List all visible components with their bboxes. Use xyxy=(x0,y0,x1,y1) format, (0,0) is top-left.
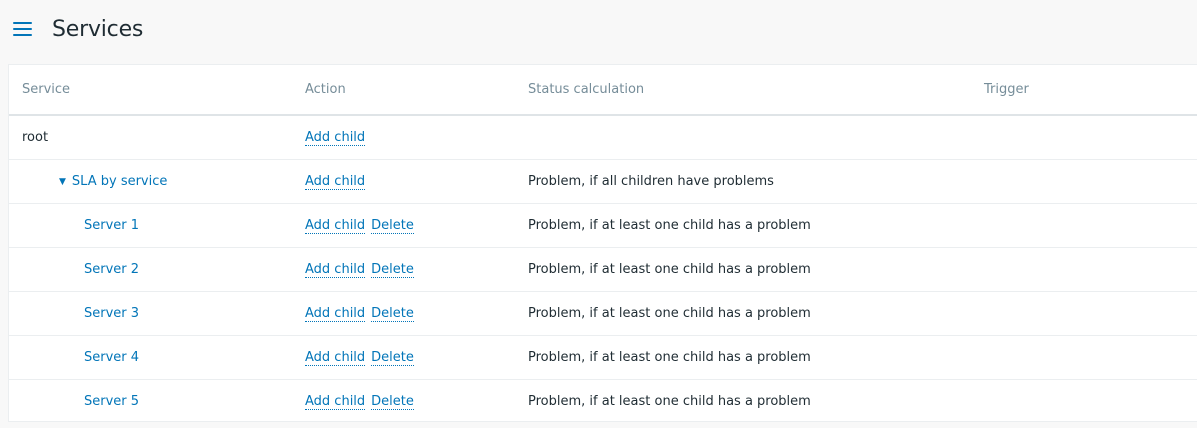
delete-link[interactable]: Delete xyxy=(371,262,414,278)
trigger-cell xyxy=(984,247,1197,292)
services-table: Service Action Status calculation Trigge… xyxy=(9,65,1197,423)
service-link[interactable]: Server 5 xyxy=(84,394,139,409)
table-row: Server 3 Add child Delete Problem, if at … xyxy=(9,291,1197,336)
column-header-trigger: Trigger xyxy=(984,65,1197,116)
trigger-cell xyxy=(984,159,1197,204)
delete-link[interactable]: Delete xyxy=(371,394,414,410)
service-link[interactable]: SLA by service xyxy=(72,174,167,189)
trigger-cell xyxy=(984,291,1197,336)
table-header-row: Service Action Status calculation Trigge… xyxy=(9,65,1197,116)
service-link[interactable]: Server 4 xyxy=(84,350,139,365)
trigger-cell xyxy=(984,335,1197,380)
page-title: Services xyxy=(52,16,144,42)
status-calculation: Problem, if at least one child has a pro… xyxy=(528,335,984,380)
table-row: root Add child xyxy=(9,115,1197,160)
delete-link[interactable]: Delete xyxy=(371,306,414,322)
add-child-link[interactable]: Add child xyxy=(305,394,366,410)
action-cell: Add child Delete xyxy=(305,203,528,248)
add-child-link[interactable]: Add child xyxy=(305,350,366,366)
service-link[interactable]: Server 3 xyxy=(84,306,139,321)
status-calculation: Problem, if at least one child has a pro… xyxy=(528,291,984,336)
add-child-link[interactable]: Add child xyxy=(305,218,366,234)
services-panel: Service Action Status calculation Trigge… xyxy=(8,64,1197,422)
hamburger-icon[interactable] xyxy=(13,22,32,36)
table-row: Server 1 Add child Delete Problem, if at … xyxy=(9,203,1197,248)
table-row: Server 5 Add child Delete Problem, if at … xyxy=(9,380,1197,424)
action-cell: Add child Delete xyxy=(305,247,528,292)
table-row: Server 2 Add child Delete Problem, if at … xyxy=(9,247,1197,292)
service-link[interactable]: Server 2 xyxy=(84,262,139,277)
action-cell: Add child xyxy=(305,159,528,204)
status-calculation: Problem, if at least one child has a pro… xyxy=(528,247,984,292)
service-cell: Server 3 xyxy=(9,291,305,336)
trigger-cell xyxy=(984,115,1197,160)
service-cell: Server 1 xyxy=(9,203,305,248)
add-child-link[interactable]: Add child xyxy=(305,130,366,146)
status-calculation: Problem, if at least one child has a pro… xyxy=(528,394,811,409)
add-child-link[interactable]: Add child xyxy=(305,262,366,278)
status-calculation: Problem, if at least one child has a pro… xyxy=(528,203,984,248)
status-calculation: Problem, if all children have problems xyxy=(528,159,984,204)
trigger-cell xyxy=(984,203,1197,248)
service-cell: Server 4 xyxy=(9,335,305,380)
status-calculation xyxy=(528,115,984,160)
service-cell: Server 5 xyxy=(9,380,305,424)
page-header: Services xyxy=(0,0,1197,58)
trigger-cell xyxy=(984,380,1197,424)
action-cell: Add child Delete xyxy=(305,380,528,424)
action-cell: Add child Delete xyxy=(305,291,528,336)
service-name: root xyxy=(9,115,305,160)
add-child-link[interactable]: Add child xyxy=(305,174,366,190)
delete-link[interactable]: Delete xyxy=(371,218,414,234)
service-cell: Server 2 xyxy=(9,247,305,292)
service-link[interactable]: Server 1 xyxy=(84,218,139,233)
column-header-service[interactable]: Service xyxy=(9,65,305,116)
collapse-triangle-icon[interactable]: ▼ xyxy=(59,177,66,187)
action-cell: Add child Delete xyxy=(305,335,528,380)
action-cell: Add child xyxy=(305,115,528,160)
column-header-action: Action xyxy=(305,65,528,116)
delete-link[interactable]: Delete xyxy=(371,350,414,366)
table-row: ▼ SLA by service Add child Problem, if al… xyxy=(9,159,1197,204)
add-child-link[interactable]: Add child xyxy=(305,306,366,322)
service-cell: ▼ SLA by service xyxy=(9,159,305,204)
column-header-status-calculation: Status calculation xyxy=(528,65,984,116)
table-row: Server 4 Add child Delete Problem, if at … xyxy=(9,335,1197,380)
